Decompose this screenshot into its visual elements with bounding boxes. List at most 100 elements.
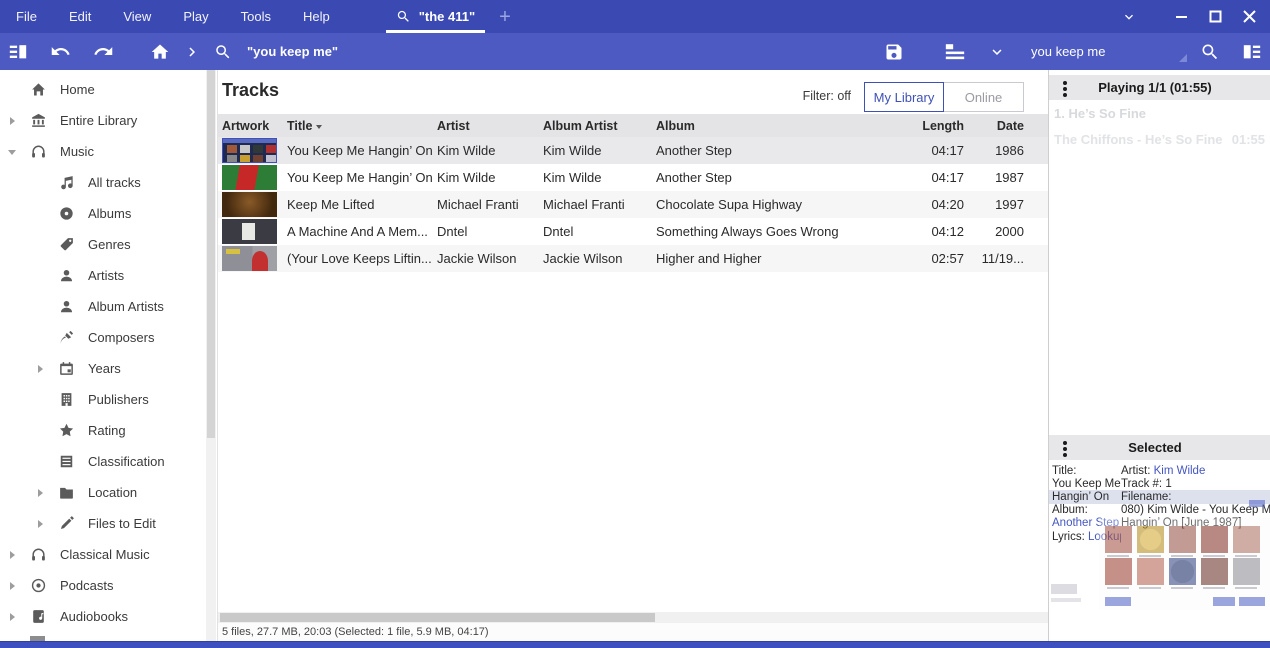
breadcrumb-search-icon	[203, 33, 243, 70]
title-label: Title:	[1049, 465, 1121, 477]
sidebar-item-artists[interactable]: Artists	[0, 260, 206, 291]
sidebar-item-albums[interactable]: Albums	[0, 198, 206, 229]
player-bar[interactable]	[0, 641, 1270, 648]
library-icon	[29, 112, 47, 130]
playing-panel-header: Playing 1/1 (01:55)	[1049, 75, 1270, 100]
calendar-icon	[57, 360, 75, 378]
chevron-right-icon[interactable]	[36, 519, 46, 529]
sidebar-item-classical-music[interactable]: Classical Music	[0, 539, 206, 570]
selected-panel-header: Selected	[1049, 435, 1270, 460]
playlist-view-button[interactable]	[933, 33, 977, 70]
menu-edit[interactable]: Edit	[53, 0, 107, 33]
sidebar-item-entire-library[interactable]: Entire Library	[0, 105, 206, 136]
spacer	[36, 395, 46, 405]
minimize-button[interactable]	[1164, 0, 1198, 33]
album-artwork	[222, 138, 277, 163]
breadcrumb-search-text: "you keep me"	[247, 44, 338, 59]
chevron-right-icon[interactable]	[8, 612, 18, 622]
search-input[interactable]	[1031, 39, 1189, 65]
artist-link[interactable]: Kim Wilde	[1154, 465, 1206, 477]
playing-track-subtitle[interactable]: The Chiffons - He’s So Fine 01:55	[1054, 132, 1265, 147]
save-button[interactable]	[873, 33, 915, 70]
column-header-title[interactable]: Title	[285, 119, 435, 133]
view-options-chevron-icon[interactable]	[977, 33, 1017, 70]
album-artwork	[222, 165, 277, 190]
search-tab[interactable]: "the 411"	[382, 0, 489, 33]
sidebar-item-music[interactable]: Music	[0, 136, 206, 167]
search-field[interactable]	[1031, 44, 1189, 59]
title-value-line1: You Keep Me	[1049, 478, 1121, 490]
toggle-right-panel-icon[interactable]	[1231, 33, 1270, 70]
menu-file[interactable]: File	[0, 0, 53, 33]
filename-value-line1: 080) Kim Wilde - You Keep Me	[1121, 504, 1270, 516]
sidebar-scrollbar[interactable]	[206, 70, 216, 641]
music-note-icon	[57, 174, 75, 192]
sidebar-item-composers[interactable]: Composers	[0, 322, 206, 353]
sidebar-item-genres[interactable]: Genres	[0, 229, 206, 260]
menu-help[interactable]: Help	[287, 0, 346, 33]
sidebar-item-podcasts[interactable]: Podcasts	[0, 570, 206, 601]
menu-view[interactable]: View	[107, 0, 167, 33]
horizontal-scrollbar[interactable]	[218, 612, 1048, 623]
sidebar-item-all-tracks[interactable]: All tracks	[0, 167, 206, 198]
spacer	[36, 426, 46, 436]
maximize-button[interactable]	[1198, 0, 1232, 33]
tab-my-library[interactable]: My Library	[864, 82, 944, 112]
app-window: File Edit View Play Tools Help "the 411"…	[0, 0, 1270, 648]
table-row[interactable]: Keep Me Lifted Michael Franti Michael Fr…	[218, 191, 1048, 218]
search-tab-label: "the 411"	[419, 9, 475, 24]
spacer	[36, 240, 46, 250]
table-row[interactable]: You Keep Me Hangin’ On Kim Wilde Kim Wil…	[218, 137, 1048, 164]
new-tab-button[interactable]: +	[499, 2, 511, 32]
chevron-right-icon[interactable]	[8, 550, 18, 560]
table-row[interactable]: You Keep Me Hangin’ On Kim Wilde Kim Wil…	[218, 164, 1048, 191]
sidebar-item-album-artists[interactable]: Album Artists	[0, 291, 206, 322]
tab-overflow-chevron-icon[interactable]	[1112, 0, 1146, 33]
chevron-right-icon[interactable]	[36, 488, 46, 498]
sidebar-item-publishers[interactable]: Publishers	[0, 384, 206, 415]
cabinet-icon	[57, 453, 75, 471]
chevron-down-icon[interactable]	[8, 147, 18, 157]
headphones-icon	[29, 546, 47, 564]
ghost-button	[1213, 597, 1235, 606]
sidebar-scrollbar-thumb[interactable]	[207, 70, 215, 438]
redo-button[interactable]	[82, 33, 125, 70]
column-header-length[interactable]: Length	[906, 119, 968, 133]
menu-play[interactable]: Play	[167, 0, 224, 33]
sidebar-item-location[interactable]: Location	[0, 477, 206, 508]
home-breadcrumb-icon[interactable]	[139, 33, 181, 70]
sidebar-item-home[interactable]: Home	[0, 74, 206, 105]
sidebar-item-classification[interactable]: Classification	[0, 446, 206, 477]
chevron-right-icon[interactable]	[8, 116, 18, 126]
column-header-album[interactable]: Album	[654, 119, 906, 133]
chevron-right-icon[interactable]	[8, 581, 18, 591]
search-resize-grip[interactable]	[1179, 54, 1187, 62]
playing-track-title[interactable]: 1. He’s So Fine	[1054, 106, 1146, 121]
toolbar-search-icon[interactable]	[1189, 33, 1231, 70]
sidebar-item-years[interactable]: Years	[0, 353, 206, 384]
tab-online[interactable]: Online	[944, 82, 1024, 112]
filter-status[interactable]: Filter: off	[803, 89, 851, 103]
table-row[interactable]: A Machine And A Mem... Dntel Dntel Somet…	[218, 218, 1048, 245]
status-text: 5 files, 27.7 MB, 20:03 (Selected: 1 fil…	[222, 626, 489, 638]
chevron-right-icon[interactable]	[36, 364, 46, 374]
column-header-date[interactable]: Date	[968, 119, 1028, 133]
toggle-left-panel-icon[interactable]	[0, 33, 39, 70]
sidebar-item-audiobooks[interactable]: Audiobooks	[0, 601, 206, 632]
column-header-album-artist[interactable]: Album Artist	[541, 119, 654, 133]
table-row[interactable]: (Your Love Keeps Liftin... Jackie Wilson…	[218, 245, 1048, 272]
spacer	[36, 271, 46, 281]
undo-button[interactable]	[39, 33, 82, 70]
ghost-text	[1051, 598, 1081, 602]
left-sidebar: Home Entire Library Music All tracks	[0, 70, 218, 641]
horizontal-scrollbar-thumb[interactable]	[220, 613, 655, 622]
person-icon	[57, 267, 75, 285]
sidebar-item-rating[interactable]: Rating	[0, 415, 206, 446]
sidebar-item-files-to-edit[interactable]: Files to Edit	[0, 508, 206, 539]
artist-label: Artist:	[1121, 465, 1150, 477]
building-icon	[57, 391, 75, 409]
column-header-artist[interactable]: Artist	[435, 119, 541, 133]
column-header-artwork[interactable]: Artwork	[218, 119, 285, 133]
close-button[interactable]	[1232, 0, 1266, 33]
menu-tools[interactable]: Tools	[225, 0, 287, 33]
